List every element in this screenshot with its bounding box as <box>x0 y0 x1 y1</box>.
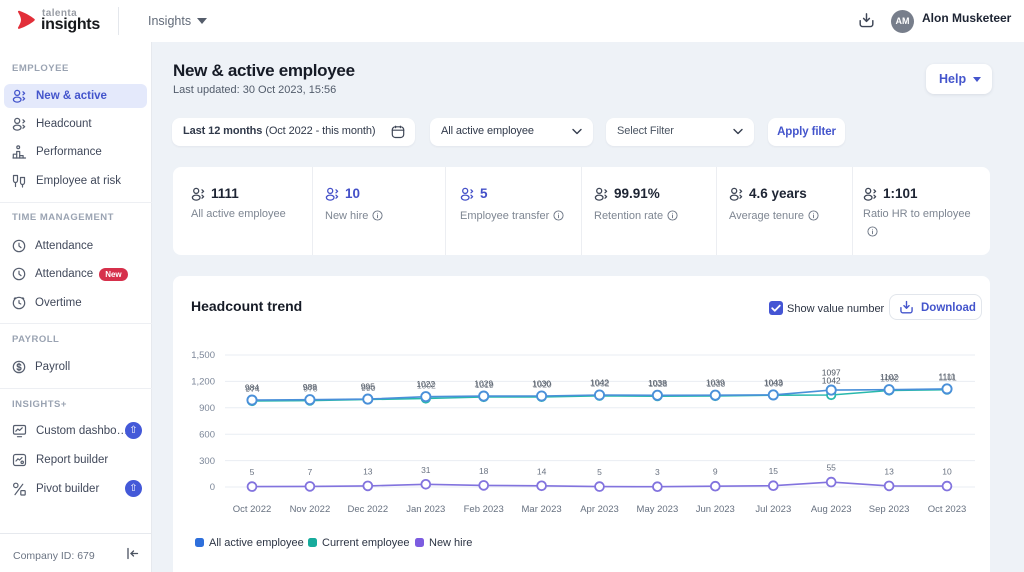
svg-text:31: 31 <box>421 465 431 475</box>
svg-text:1030: 1030 <box>706 379 725 389</box>
svg-text:1020: 1020 <box>533 380 552 390</box>
svg-text:Apr 2023: Apr 2023 <box>580 504 619 515</box>
svg-text:1032: 1032 <box>591 379 610 389</box>
svg-text:Jun 2023: Jun 2023 <box>696 504 735 515</box>
svg-text:1042: 1042 <box>822 376 841 386</box>
svg-text:18: 18 <box>479 466 489 476</box>
svg-text:Oct 2022: Oct 2022 <box>233 504 272 515</box>
svg-text:300: 300 <box>199 456 215 467</box>
svg-text:Dec 2022: Dec 2022 <box>347 504 388 515</box>
svg-text:Jul 2023: Jul 2023 <box>755 504 791 515</box>
svg-text:Feb 2023: Feb 2023 <box>464 504 504 515</box>
svg-text:All active employee: All active employee <box>209 537 304 549</box>
svg-text:55: 55 <box>826 463 836 473</box>
svg-text:1002: 1002 <box>417 380 436 390</box>
svg-text:Mar 2023: Mar 2023 <box>522 504 562 515</box>
svg-text:1039: 1039 <box>764 379 783 389</box>
svg-text:14: 14 <box>537 466 547 476</box>
svg-text:Oct 2023: Oct 2023 <box>928 504 967 515</box>
svg-text:Sep 2023: Sep 2023 <box>869 504 910 515</box>
svg-text:1,200: 1,200 <box>191 377 215 388</box>
svg-text:900: 900 <box>199 403 215 414</box>
svg-text:May 2023: May 2023 <box>637 504 679 515</box>
svg-text:5: 5 <box>250 467 255 477</box>
svg-text:1,500: 1,500 <box>191 350 215 361</box>
svg-text:990: 990 <box>361 383 375 393</box>
svg-text:13: 13 <box>363 466 373 476</box>
svg-text:10: 10 <box>942 467 952 477</box>
svg-text:600: 600 <box>199 429 215 440</box>
svg-text:Jan 2023: Jan 2023 <box>406 504 445 515</box>
svg-text:Aug 2023: Aug 2023 <box>811 504 852 515</box>
svg-text:15: 15 <box>769 466 779 476</box>
svg-text:7: 7 <box>308 467 313 477</box>
svg-text:1019: 1019 <box>475 380 494 390</box>
svg-text:13: 13 <box>884 466 894 476</box>
svg-text:1028: 1028 <box>649 379 668 389</box>
svg-text:5: 5 <box>597 467 602 477</box>
svg-text:3: 3 <box>655 467 660 477</box>
svg-text:New hire: New hire <box>429 537 472 549</box>
svg-text:0: 0 <box>210 482 215 493</box>
svg-text:978: 978 <box>303 383 317 393</box>
svg-text:1101: 1101 <box>938 373 957 383</box>
svg-text:Current employee: Current employee <box>322 537 409 549</box>
svg-text:Nov 2022: Nov 2022 <box>290 504 331 515</box>
svg-text:974: 974 <box>246 384 260 394</box>
svg-text:1092: 1092 <box>880 373 899 383</box>
svg-text:9: 9 <box>713 467 718 477</box>
